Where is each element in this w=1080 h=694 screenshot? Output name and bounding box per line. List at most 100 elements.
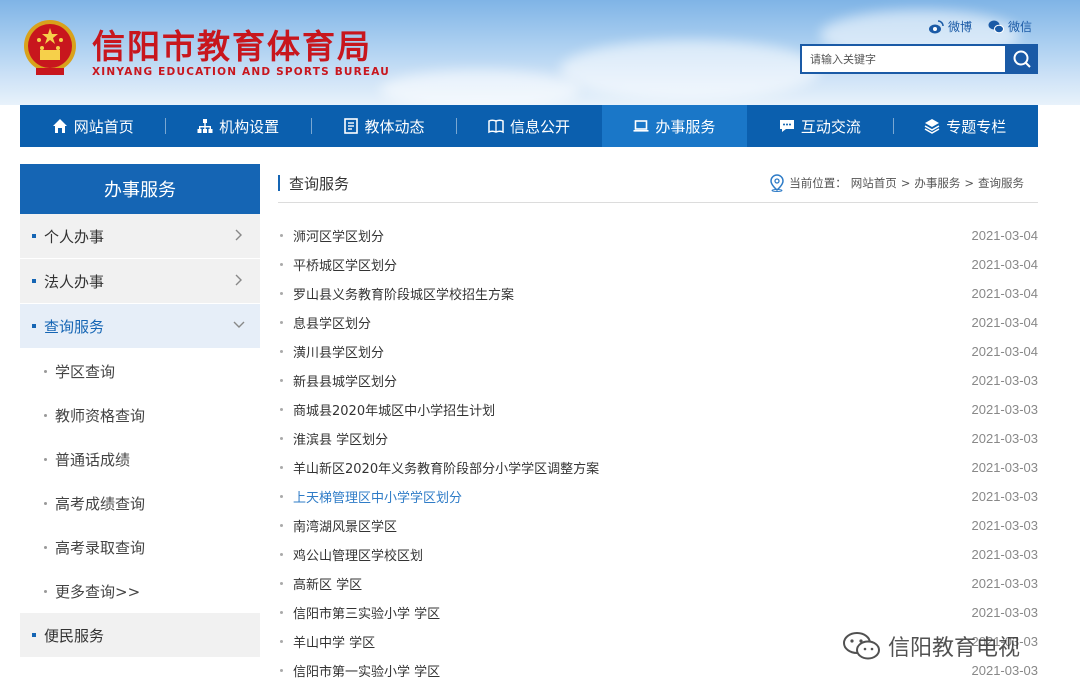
list-item-title[interactable]: 南湾湖风景区学区: [293, 516, 397, 535]
list-item[interactable]: 鸡公山管理区学校区划 2021-03-03: [278, 540, 1038, 569]
list-item-date: 2021-03-04: [971, 315, 1039, 330]
sidebar-subitem-gaokao-score[interactable]: 高考成绩查询: [20, 481, 260, 525]
list-item-title[interactable]: 羊山新区2020年义务教育阶段部分小学学区调整方案: [293, 458, 599, 477]
list-item-date: 2021-03-03: [971, 518, 1039, 533]
dot-icon: [44, 457, 47, 461]
nav-info-disclosure[interactable]: 信息公开: [456, 105, 601, 147]
nav-services[interactable]: 办事服务: [601, 105, 748, 147]
home-icon: [52, 119, 67, 133]
dot-icon: [44, 545, 47, 549]
dot-icon: [280, 234, 283, 237]
list-item[interactable]: 平桥城区学区划分 2021-03-04: [278, 250, 1038, 279]
list-item-date: 2021-03-03: [971, 547, 1039, 562]
bullet-icon: [32, 324, 36, 328]
list-item[interactable]: 潢川县学区划分 2021-03-04: [278, 337, 1038, 366]
search-input[interactable]: [800, 44, 1006, 74]
list-item-date: 2021-03-04: [971, 344, 1039, 359]
list-item[interactable]: 新县县城学区划分 2021-03-03: [278, 366, 1038, 395]
chevron-right-icon: [235, 274, 242, 286]
dot-icon: [280, 495, 283, 498]
sidebar-subitem-gaokao-admission[interactable]: 高考录取查询: [20, 525, 260, 569]
list-item[interactable]: 高新区 学区 2021-03-03: [278, 569, 1038, 598]
layers-icon: [924, 119, 940, 134]
sidebar-item-legal-person[interactable]: 法人办事: [20, 259, 260, 304]
list-item-title[interactable]: 高新区 学区: [293, 574, 362, 593]
search-icon: [1013, 50, 1031, 68]
list-item-title[interactable]: 息县学区划分: [293, 313, 371, 332]
breadcrumb-sep: >: [900, 176, 911, 190]
dot-icon: [280, 437, 283, 440]
sidebar: 办事服务 个人办事 法人办事 查询服务 学区查询 教师资格查询 普通话成绩 高考…: [20, 164, 260, 658]
chevron-down-icon: [233, 321, 245, 328]
nav-label: 教体动态: [364, 117, 425, 136]
section-header: 查询服务 当前位置： 网站首页 > 办事服务 > 查询服务: [278, 164, 1038, 203]
nav-label: 办事服务: [655, 117, 716, 136]
list-item-date: 2021-03-04: [971, 228, 1039, 243]
chevron-right-icon: [235, 229, 242, 241]
dot-icon: [280, 669, 283, 672]
nav-news[interactable]: 教体动态: [310, 105, 456, 147]
nav-label: 信息公开: [509, 117, 570, 136]
nav-organization[interactable]: 机构设置: [165, 105, 310, 147]
list-item[interactable]: 信阳市第三实验小学 学区 2021-03-03: [278, 598, 1038, 627]
list-item-title[interactable]: 潢川县学区划分: [293, 342, 384, 361]
list-item-title[interactable]: 商城县2020年城区中小学招生计划: [293, 400, 495, 419]
sidebar-subitem-more[interactable]: 更多查询>>: [20, 569, 260, 613]
list-item-title[interactable]: 淮滨县 学区划分: [293, 429, 388, 448]
list-item-title[interactable]: 浉河区学区划分: [293, 226, 384, 245]
breadcrumb-current: 查询服务: [978, 176, 1024, 190]
sidebar-item-convenience[interactable]: 便民服务: [20, 613, 260, 658]
chat-icon: [779, 120, 794, 132]
sidebar-subitem-school-district[interactable]: 学区查询: [20, 349, 260, 393]
list-item-date: 2021-03-03: [971, 605, 1039, 620]
sidebar-item-label: 法人办事: [44, 272, 105, 291]
list-item[interactable]: 罗山县义务教育阶段城区学校招生方案 2021-03-04: [278, 279, 1038, 308]
list-item[interactable]: 南湾湖风景区学区 2021-03-03: [278, 511, 1038, 540]
nav-interaction[interactable]: 互动交流: [747, 105, 892, 147]
sidebar-subitem-label: 高考录取查询: [55, 538, 146, 557]
sidebar-item-query-services[interactable]: 查询服务: [20, 304, 260, 349]
list-item-date: 2021-03-03: [971, 576, 1039, 591]
nav-home[interactable]: 网站首页: [20, 105, 165, 147]
list-item[interactable]: 淮滨县 学区划分 2021-03-03: [278, 424, 1038, 453]
list-item-title[interactable]: 鸡公山管理区学校区划: [293, 545, 423, 564]
dot-icon: [280, 640, 283, 643]
list-item-date: 2021-03-03: [971, 431, 1039, 446]
list-item-title[interactable]: 信阳市第一实验小学 学区: [293, 661, 440, 680]
wechat-watermark: 信阳教育电视: [842, 630, 1020, 662]
main-content: 查询服务 当前位置： 网站首页 > 办事服务 > 查询服务 浉河区学区划分 202…: [278, 164, 1038, 680]
nav-special-topics[interactable]: 专题专栏: [892, 105, 1038, 147]
list-item-title[interactable]: 罗山县义务教育阶段城区学校招生方案: [293, 284, 514, 303]
breadcrumb-services[interactable]: 办事服务: [914, 175, 960, 191]
list-item-date: 2021-03-03: [971, 489, 1039, 504]
main-nav: 网站首页 机构设置 教体动态 信息公开 办事服务 互动交流 专题专栏: [20, 105, 1038, 147]
search-button[interactable]: [1005, 44, 1038, 74]
list-item-title[interactable]: 羊山中学 学区: [293, 632, 375, 651]
national-emblem-icon: [24, 20, 76, 75]
weibo-link[interactable]: 微博: [928, 18, 972, 35]
list-item-title[interactable]: 上天梯管理区中小学学区划分: [293, 487, 462, 506]
breadcrumb-home[interactable]: 网站首页: [851, 175, 897, 191]
document-icon: [343, 118, 358, 134]
section-title: 查询服务: [289, 174, 350, 193]
sidebar-subitem-label: 普通话成绩: [55, 450, 131, 469]
dot-icon: [44, 369, 47, 373]
list-item-date: 2021-03-04: [971, 286, 1039, 301]
wechat-link[interactable]: 微信: [988, 18, 1032, 35]
list-item-title[interactable]: 新县县城学区划分: [293, 371, 397, 390]
list-item-date: 2021-03-03: [971, 373, 1039, 388]
weibo-label: 微博: [948, 20, 973, 34]
sidebar-subitem-label: 教师资格查询: [55, 406, 146, 425]
list-item[interactable]: 浉河区学区划分 2021-03-04: [278, 221, 1038, 250]
list-item-title[interactable]: 平桥城区学区划分: [293, 255, 397, 274]
sidebar-subitem-teacher-qualification[interactable]: 教师资格查询: [20, 393, 260, 437]
sidebar-item-personal[interactable]: 个人办事: [20, 214, 260, 259]
list-item[interactable]: 上天梯管理区中小学学区划分 2021-03-03: [278, 482, 1038, 511]
list-item[interactable]: 息县学区划分 2021-03-04: [278, 308, 1038, 337]
location-pin-icon: [770, 174, 784, 192]
list-item-date: 2021-03-03: [971, 663, 1039, 678]
list-item-title[interactable]: 信阳市第三实验小学 学区: [293, 603, 440, 622]
list-item[interactable]: 羊山新区2020年义务教育阶段部分小学学区调整方案 2021-03-03: [278, 453, 1038, 482]
list-item[interactable]: 商城县2020年城区中小学招生计划 2021-03-03: [278, 395, 1038, 424]
sidebar-subitem-mandarin-score[interactable]: 普通话成绩: [20, 437, 260, 481]
